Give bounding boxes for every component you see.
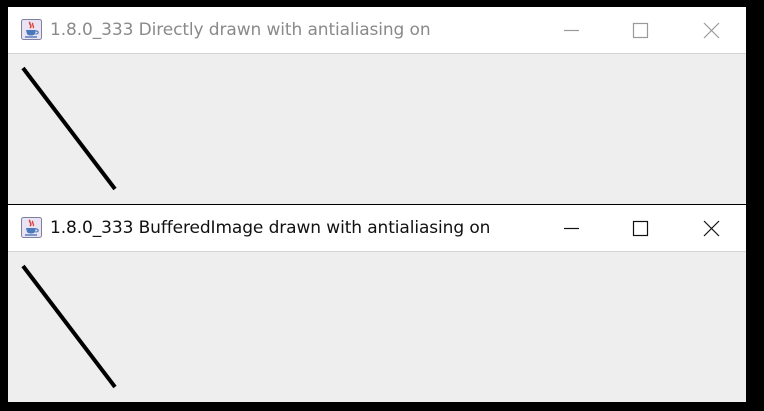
close-icon bbox=[703, 220, 720, 237]
window-bufferedimage-draw[interactable]: 1.8.0_333 BufferedImage drawn with antia… bbox=[8, 205, 746, 402]
java-cup-icon[interactable] bbox=[21, 217, 42, 238]
maximize-button[interactable] bbox=[617, 205, 663, 251]
minimize-icon bbox=[564, 29, 579, 32]
maximize-icon bbox=[632, 22, 649, 39]
maximize-button[interactable] bbox=[617, 7, 663, 53]
close-button[interactable] bbox=[688, 205, 734, 251]
minimize-button[interactable] bbox=[548, 205, 594, 251]
minimize-button[interactable] bbox=[548, 7, 594, 53]
drawing-canvas[interactable] bbox=[8, 252, 746, 402]
window-title: 1.8.0_333 Directly drawn with antialiasi… bbox=[50, 20, 431, 40]
drawn-line bbox=[21, 264, 117, 389]
java-cup-icon[interactable] bbox=[21, 19, 42, 40]
minimize-icon bbox=[564, 227, 579, 230]
title-bar[interactable]: 1.8.0_333 BufferedImage drawn with antia… bbox=[8, 205, 746, 251]
close-button[interactable] bbox=[688, 7, 734, 53]
window-title: 1.8.0_333 BufferedImage drawn with antia… bbox=[50, 218, 491, 238]
drawn-line bbox=[21, 66, 117, 191]
window-direct-draw[interactable]: 1.8.0_333 Directly drawn with antialiasi… bbox=[8, 7, 746, 204]
maximize-icon bbox=[632, 220, 649, 237]
close-icon bbox=[703, 22, 720, 39]
drawing-canvas[interactable] bbox=[8, 54, 746, 204]
title-bar[interactable]: 1.8.0_333 Directly drawn with antialiasi… bbox=[8, 7, 746, 53]
